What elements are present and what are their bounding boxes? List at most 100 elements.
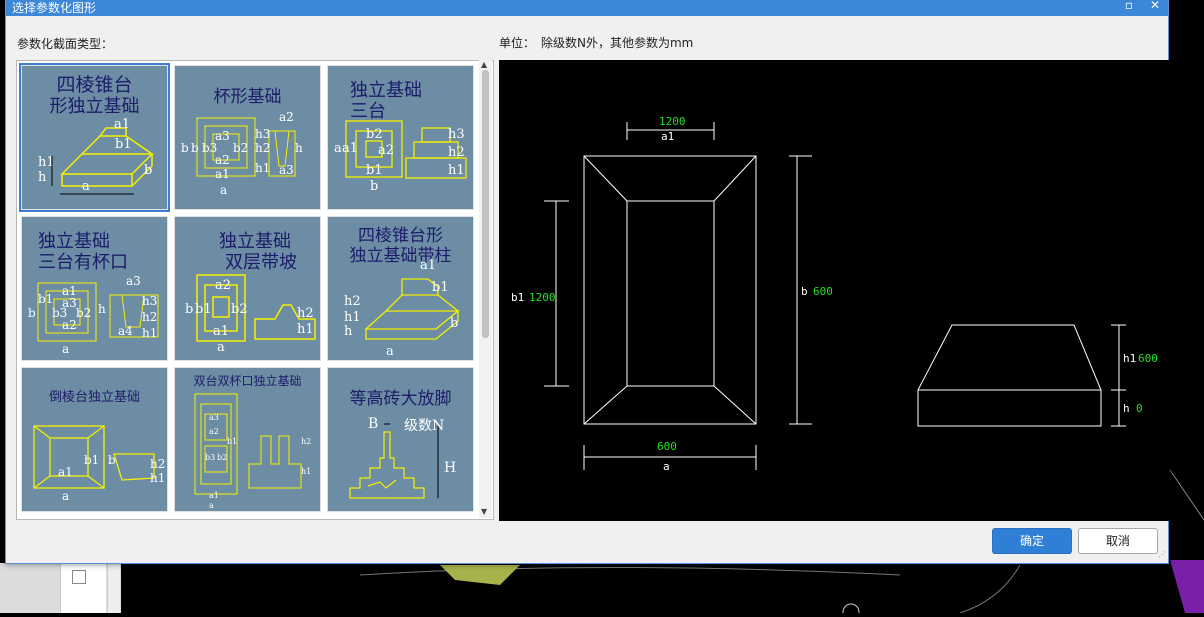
shape-thumb-cup-foundation[interactable]: 杯形基础 a2 a3 b b b3 b2 a2 a1 h3 h2 h1 h a3…	[174, 65, 321, 210]
thumb-label: a2	[62, 318, 77, 332]
thumb-label: b	[108, 453, 116, 467]
shape-preview: 1200 a1 b1 1200 b 600 600 a h1 600 h 0	[499, 60, 1169, 521]
thumb-drawing: a1 b1 h1 h a b	[38, 117, 154, 195]
dim-b-value: 600	[813, 285, 833, 298]
thumb-label: h1	[301, 467, 311, 476]
shape-thumb-double-cup[interactable]: 双台双杯口独立基础 a3 a2 b3 b2 b1 h2 h1 a1 a	[174, 367, 321, 512]
thumb-label: b	[191, 141, 199, 155]
close-icon[interactable]: ✕	[1144, 0, 1166, 16]
thumb-label: h1	[150, 471, 165, 485]
thumb-label: h3	[448, 127, 465, 142]
thumb-label: b2	[231, 302, 248, 317]
thumb-label: h1	[255, 161, 270, 175]
dim-h1-label: h1	[1123, 352, 1136, 365]
thumb-label: a1	[342, 141, 358, 156]
dim-a-value: 600	[657, 440, 677, 453]
shape-thumb-double-slope[interactable]: 独立基础 双层带坡 a2 b1 b2 a1 b a h2 h1	[174, 216, 321, 361]
background-table	[0, 563, 121, 613]
shape-thumb-inverted-frustum[interactable]: 倒棱台独立基础 b1 a1 a b h2 h1	[21, 367, 168, 512]
parametric-shape-dialog: 选择参数化图形 ▫ ✕ 参数化截面类型： 单位： 除级数N外，其他参数为mm 四…	[5, 0, 1169, 564]
shape-gallery[interactable]: 四棱锥台 形独立基础 a1 b1 h1 h a b 杯形基础 a2 a3 b b…	[16, 60, 494, 520]
thumb-label: a1	[420, 258, 436, 273]
cancel-button[interactable]: 取消	[1078, 528, 1158, 554]
thumb-label: h2	[301, 437, 311, 446]
thumb-label: H	[444, 460, 456, 476]
ok-button[interactable]: 确定	[992, 528, 1072, 554]
thumb-label: h1	[448, 163, 465, 178]
thumb-label: a	[217, 340, 225, 355]
background-scrollbar[interactable]	[107, 563, 120, 613]
thumb-label: a2	[279, 110, 294, 124]
thumb-label: a4	[118, 324, 133, 338]
thumb-label: h2	[297, 306, 314, 321]
dim-a1-label: a1	[661, 130, 674, 143]
thumb-drawing: a1 b1 h2 h1 h b a	[344, 258, 460, 359]
thumb-label: h	[98, 302, 106, 316]
title-bar[interactable]: 选择参数化图形 ▫ ✕	[6, 0, 1168, 16]
maximize-icon[interactable]: ▫	[1118, 0, 1140, 16]
thumb-label: b1	[366, 163, 383, 178]
thumb-label: a2	[215, 153, 230, 167]
thumb-label: a	[62, 489, 69, 503]
thumb-label: h1	[142, 326, 157, 340]
thumb-label: b1	[432, 280, 449, 295]
thumb-label: b2	[217, 453, 227, 462]
resize-grip-icon[interactable]: ⋰	[1158, 550, 1166, 559]
thumb-drawing: a2 b1 b2 a1 b a h2 h1	[185, 274, 316, 355]
thumb-label: a	[386, 344, 394, 359]
shape-thumb-frustum[interactable]: 四棱锥台 形独立基础 a1 b1 h1 h a b	[19, 63, 170, 212]
thumb-drawing: B 级数N H	[349, 416, 456, 499]
thumb-label: b	[185, 302, 193, 317]
thumb-label: b	[181, 141, 189, 155]
thumb-label: h3	[255, 127, 270, 141]
thumb-label: h2	[344, 294, 361, 309]
thumb-drawing: a3 a2 b3 b2 b1 h2 h1 a1 a	[194, 393, 311, 510]
thumb-label: a	[209, 501, 214, 510]
thumb-label: b	[144, 163, 152, 178]
thumb-label: a1	[215, 167, 230, 181]
thumb-label: h1	[344, 310, 361, 325]
thumb-label: b2	[76, 306, 91, 320]
shape-thumb-brick-footing[interactable]: 等高砖大放脚 B 级数N H	[327, 367, 474, 512]
thumb-label: h2	[255, 141, 270, 155]
dim-h-value: 0	[1136, 402, 1143, 415]
scroll-down-icon[interactable]: ▼	[481, 507, 487, 516]
thumb-label: h2	[150, 457, 165, 471]
thumb-label: b2	[366, 127, 383, 142]
thumb-label: h3	[142, 294, 157, 308]
thumb-label: a2	[209, 427, 219, 436]
background-checkbox[interactable]	[72, 570, 86, 584]
thumb-label: a	[82, 179, 90, 194]
shape-thumb-three-step[interactable]: 独立基础 三台 a a1 b2 a2 b1 b h3 h2 h1	[327, 65, 474, 210]
thumb-label: a1	[209, 491, 219, 500]
thumb-label: h1	[297, 322, 314, 337]
thumb-label: a	[220, 183, 227, 197]
shape-thumb-frustum-column[interactable]: 四棱锥台形 独立基础带柱 a1 b1 h2 h1 h b a	[327, 216, 474, 361]
dim-b-label: b	[801, 285, 808, 298]
thumb-label: h	[38, 170, 47, 185]
thumb-drawing: a2 a3 b b b3 b2 a2 a1 h3 h2 h1 h a3 a	[181, 110, 303, 197]
thumb-label: b3	[52, 306, 67, 320]
thumb-label: a3	[209, 413, 219, 422]
scrollbar-thumb[interactable]	[482, 70, 489, 338]
dim-a1-value: 1200	[659, 115, 686, 128]
thumb-label: b2	[233, 141, 248, 155]
thumb-label: h	[344, 324, 353, 339]
thumb-label: a2	[378, 143, 394, 158]
gallery-scrollbar[interactable]: ▲ ▼	[479, 60, 492, 518]
thumb-drawing: b1 a1 a b h2 h1	[33, 425, 165, 503]
thumb-label: b3	[205, 453, 215, 462]
thumb-drawing: a a1 b2 a2 b1 b h3 h2 h1	[334, 120, 467, 194]
thumb-label: a	[334, 141, 342, 156]
scroll-up-icon[interactable]: ▲	[481, 60, 487, 69]
thumb-label: a1	[213, 324, 229, 339]
dialog-title: 选择参数化图形	[12, 1, 97, 15]
thumb-drawing: a1 a3 a3 a2 b1 b3 b2 b h a4 h3 h2 h1 a	[28, 274, 159, 356]
dim-h1-value: 600	[1138, 352, 1158, 365]
thumb-label: a1	[58, 465, 73, 479]
shape-thumb-three-step-cup[interactable]: 独立基础 三台有杯口 a1 a3 a3 a2 b1 b3 b2 b h a4 h…	[21, 216, 168, 361]
thumb-label: a	[62, 342, 69, 356]
thumb-label: h2	[142, 310, 157, 324]
dim-b1-label: b1	[511, 291, 524, 304]
thumb-label: h	[295, 141, 303, 155]
